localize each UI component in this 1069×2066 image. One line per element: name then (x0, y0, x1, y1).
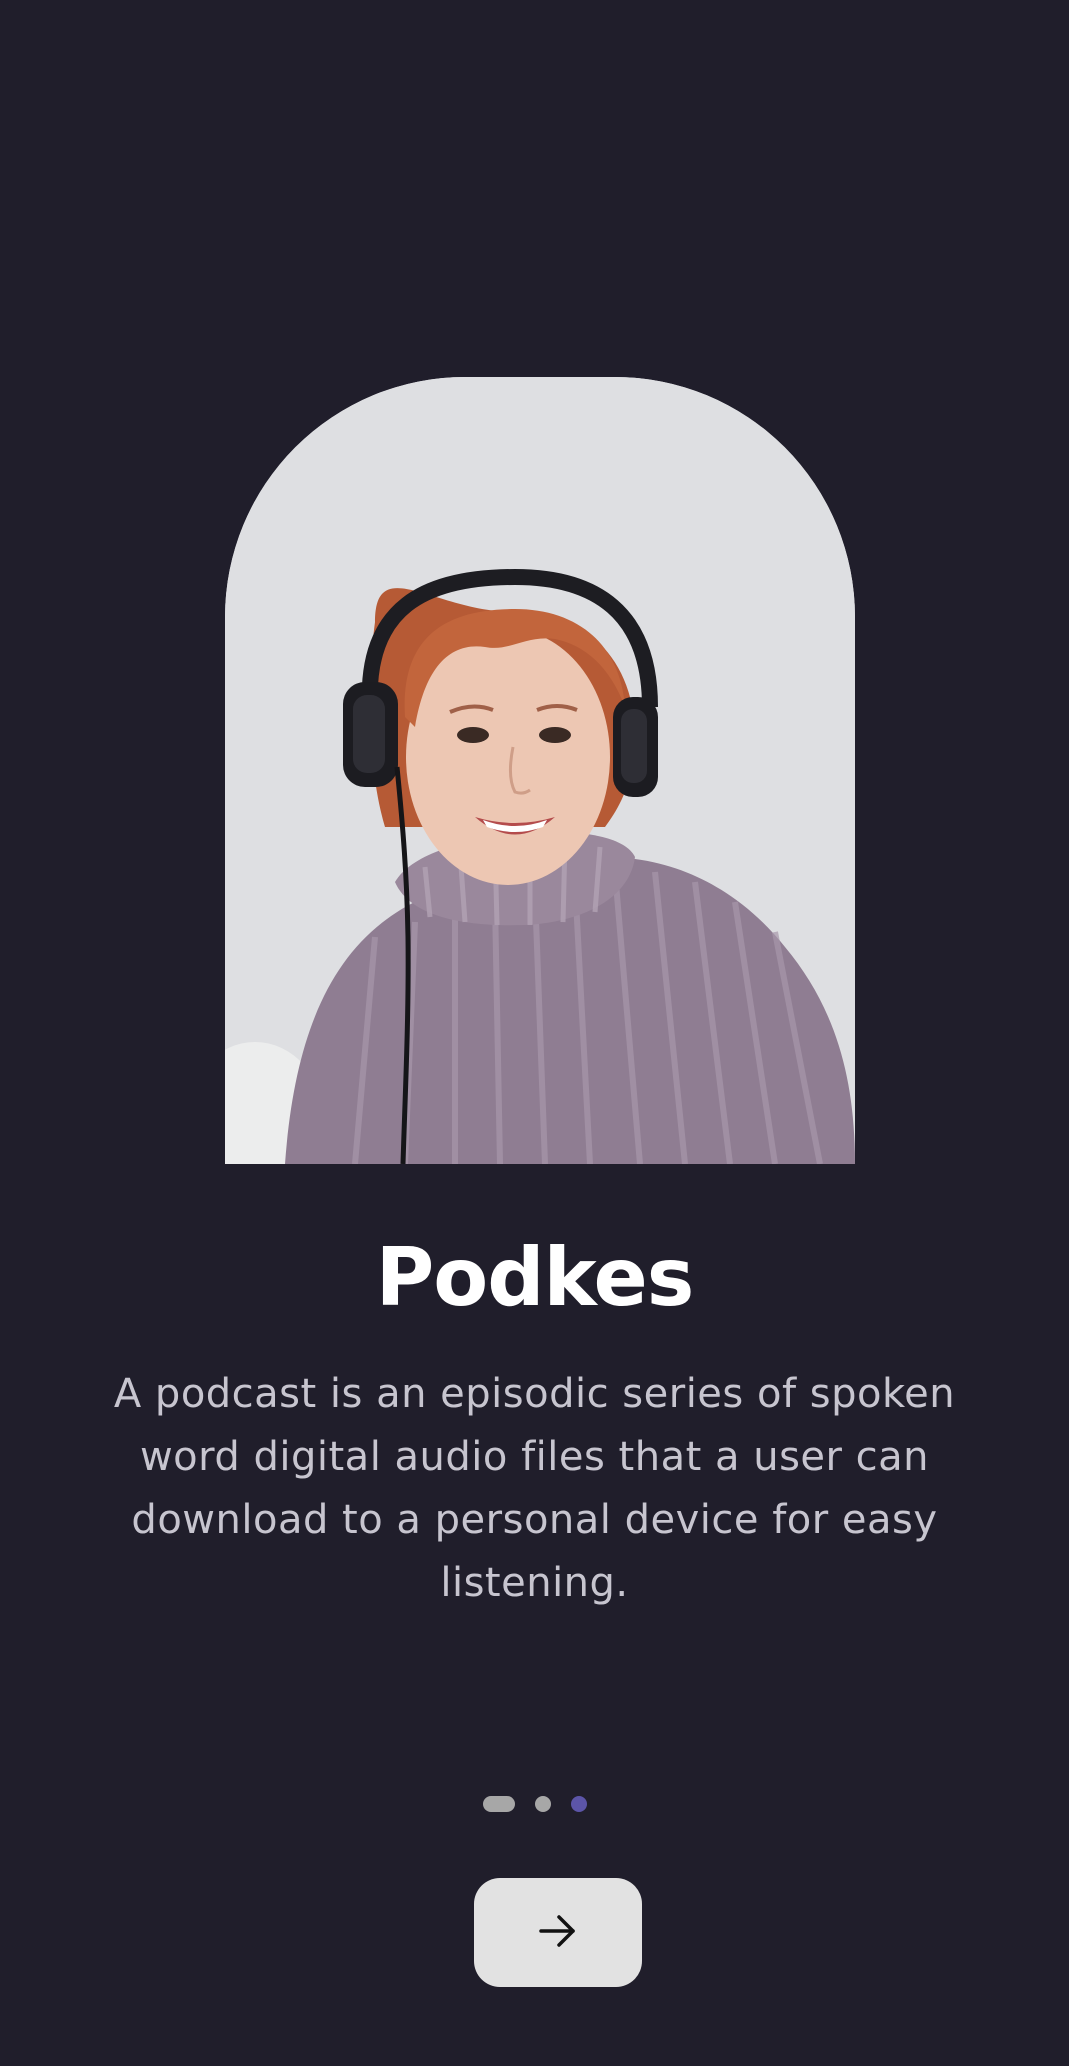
onboarding-description: A podcast is an episodic series of spoke… (113, 1371, 956, 1606)
page-dot-3-current[interactable] (570, 1796, 587, 1812)
page-indicator (0, 1795, 1069, 1813)
page-dot-1[interactable] (482, 1796, 515, 1812)
next-button[interactable] (474, 1878, 642, 1987)
arrow-right-icon (539, 1914, 577, 1951)
woman-with-headphones-image (225, 377, 855, 1164)
onboarding-title: Podkes (375, 1231, 695, 1324)
page-dot-2[interactable] (534, 1796, 551, 1812)
